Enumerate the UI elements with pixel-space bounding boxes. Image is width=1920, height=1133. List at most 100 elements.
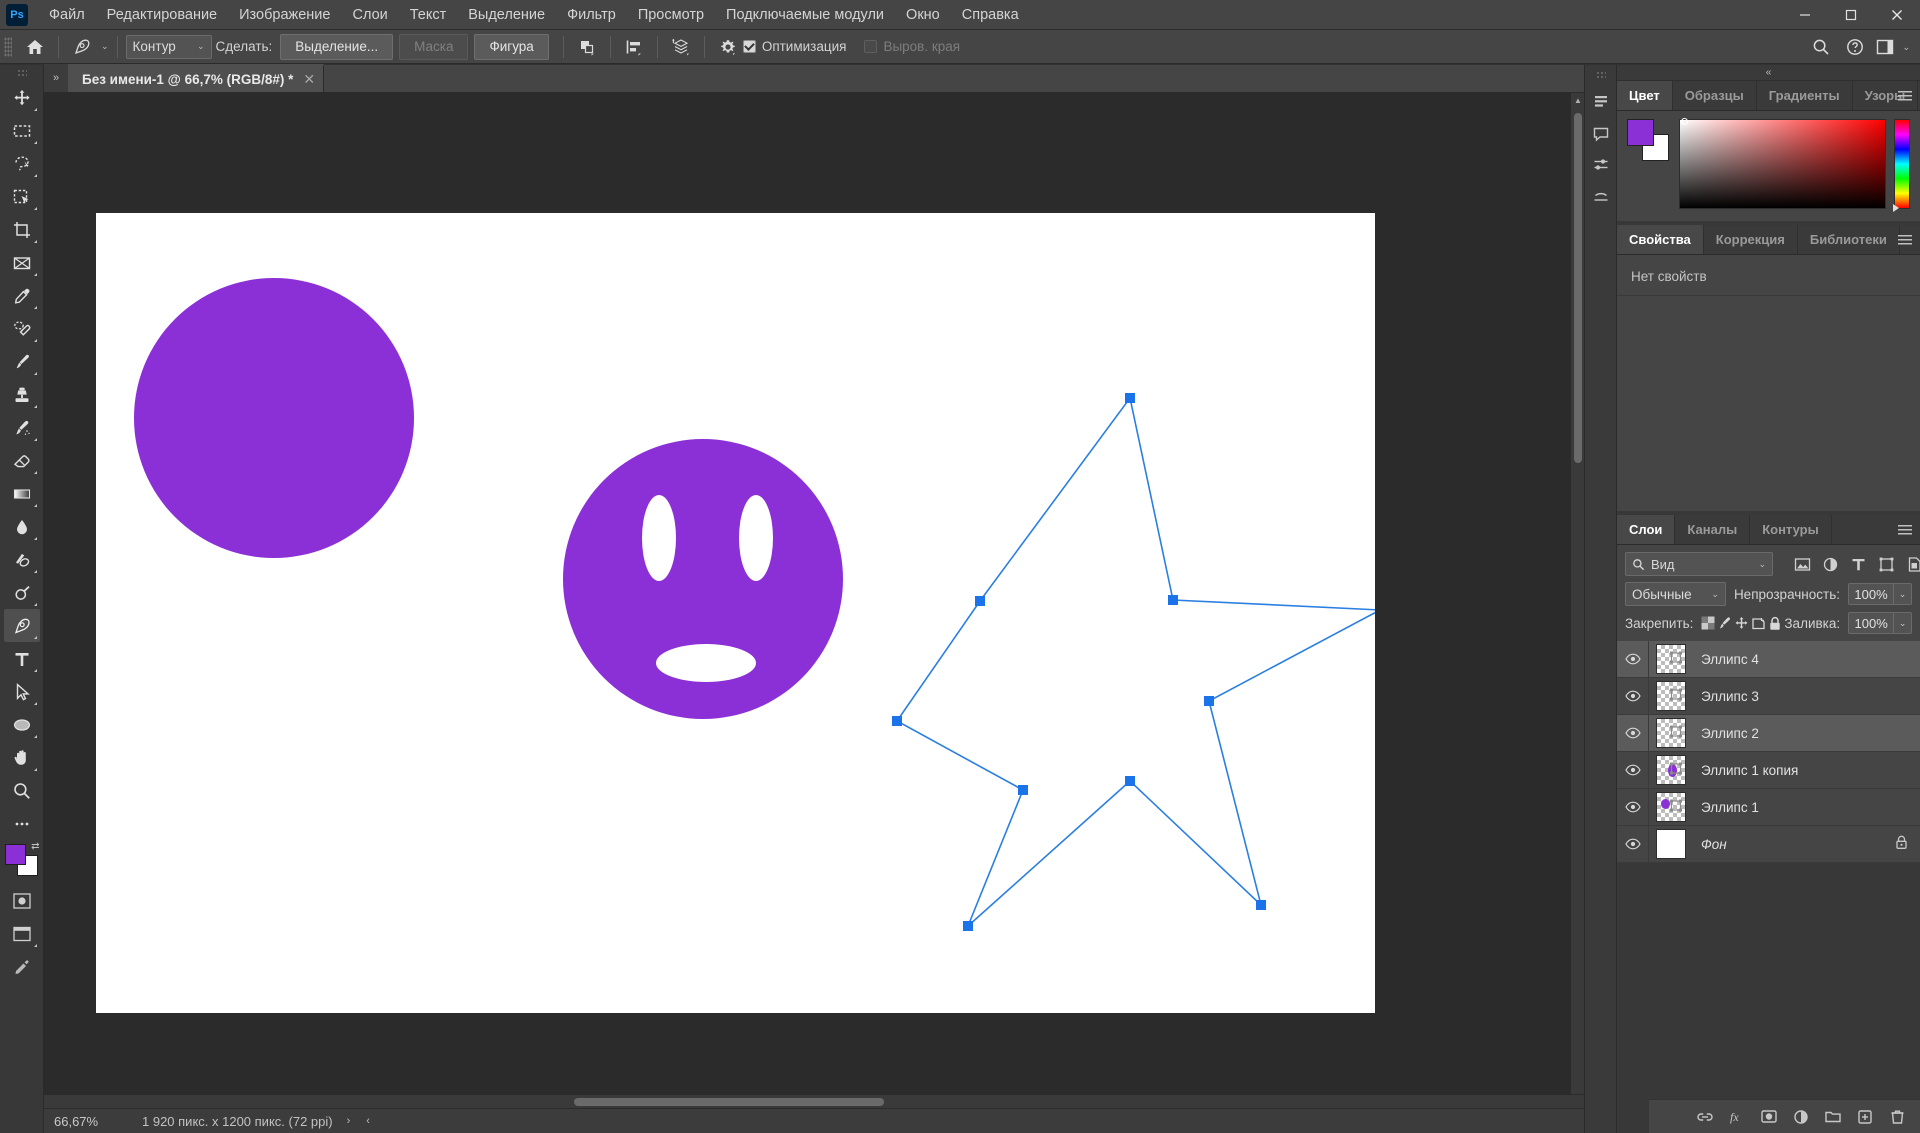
home-icon[interactable] bbox=[20, 34, 50, 60]
link-layers-icon[interactable] bbox=[1692, 1104, 1718, 1130]
layer-thumbnail-cell[interactable] bbox=[1649, 755, 1693, 785]
tabstrip-collapse-icon[interactable]: » bbox=[44, 64, 68, 92]
workspace-chevron-down-icon[interactable]: ⌄ bbox=[1902, 42, 1910, 53]
tab-layers[interactable]: Слои bbox=[1617, 515, 1676, 544]
minimize-button[interactable] bbox=[1782, 0, 1828, 30]
align-edges-checkbox[interactable] bbox=[864, 40, 878, 53]
layer-style-icon[interactable]: fx bbox=[1724, 1104, 1750, 1130]
fill-control[interactable]: 100% ⌄ bbox=[1848, 612, 1913, 634]
scroll-up-arrow-icon[interactable]: ▲ bbox=[1571, 93, 1585, 107]
hue-slider-handle[interactable] bbox=[1893, 204, 1899, 212]
layer-filter-select[interactable]: Вид ⌄ bbox=[1625, 552, 1773, 576]
eyedropper-tool[interactable] bbox=[4, 279, 40, 312]
delete-layer-icon[interactable] bbox=[1884, 1104, 1910, 1130]
healing-brush-tool[interactable] bbox=[4, 312, 40, 345]
make-shape-button[interactable]: Фигура bbox=[474, 33, 549, 60]
history-panel-icon[interactable] bbox=[1586, 86, 1616, 118]
dodge-tool[interactable] bbox=[4, 543, 40, 576]
blur-tool[interactable] bbox=[4, 510, 40, 543]
color-panel-menu-icon[interactable] bbox=[1898, 81, 1912, 111]
lock-transparent-pixels-icon[interactable] bbox=[1701, 612, 1715, 634]
layer-visibility-toggle[interactable] bbox=[1617, 714, 1649, 752]
canvas-area[interactable] bbox=[44, 93, 1584, 1108]
crop-tool[interactable] bbox=[4, 213, 40, 246]
layer-visibility-toggle[interactable] bbox=[1617, 825, 1649, 863]
opacity-value[interactable]: 100% bbox=[1848, 583, 1894, 605]
opacity-control[interactable]: 100% ⌄ bbox=[1848, 583, 1912, 605]
blend-mode-select[interactable]: Обычные ⌄ bbox=[1625, 582, 1726, 606]
new-group-icon[interactable] bbox=[1820, 1104, 1846, 1130]
zoom-level[interactable]: 66,67% bbox=[54, 1114, 124, 1129]
hand-tool[interactable] bbox=[4, 741, 40, 774]
adjustment-filter-icon[interactable] bbox=[1817, 552, 1843, 576]
layer-visibility-toggle[interactable] bbox=[1617, 751, 1649, 789]
lock-all-icon[interactable] bbox=[1768, 612, 1782, 634]
layer-thumbnail-cell[interactable] bbox=[1649, 792, 1693, 822]
new-layer-icon[interactable] bbox=[1852, 1104, 1878, 1130]
pixel-filter-icon[interactable] bbox=[1789, 552, 1815, 576]
table-row[interactable]: Эллипс 2 bbox=[1617, 714, 1920, 752]
close-button[interactable] bbox=[1874, 0, 1920, 30]
close-icon[interactable]: ✕ bbox=[303, 71, 315, 88]
path-arrangement-icon[interactable] bbox=[666, 34, 696, 60]
options-bar-grip[interactable] bbox=[4, 36, 12, 57]
tab-gradients[interactable]: Градиенты bbox=[1756, 81, 1853, 110]
foreground-background-color[interactable]: ⇄ bbox=[4, 841, 40, 876]
tab-paths[interactable]: Контуры bbox=[1750, 515, 1832, 544]
color-panel-foreground-swatch[interactable] bbox=[1627, 119, 1654, 146]
layer-mask-icon[interactable] bbox=[1756, 1104, 1782, 1130]
lasso-tool[interactable] bbox=[4, 147, 40, 180]
screen-mode-icon[interactable] bbox=[4, 917, 40, 950]
swap-colors-icon[interactable]: ⇄ bbox=[31, 841, 39, 852]
more-tools[interactable] bbox=[4, 807, 40, 840]
color-field-marker[interactable] bbox=[1681, 118, 1688, 125]
tab-color[interactable]: Цвет bbox=[1617, 81, 1673, 110]
layer-visibility-toggle[interactable] bbox=[1617, 677, 1649, 715]
layer-thumbnail-cell[interactable] bbox=[1649, 644, 1693, 674]
table-row[interactable]: Эллипс 3 bbox=[1617, 677, 1920, 715]
rectangular-marquee-tool[interactable] bbox=[4, 114, 40, 147]
styles-panel-icon[interactable] bbox=[1586, 182, 1616, 214]
quick-mask-icon[interactable] bbox=[4, 884, 40, 917]
color-field[interactable] bbox=[1679, 118, 1886, 209]
vertical-scroll-thumb[interactable] bbox=[1574, 113, 1582, 463]
menu-layers[interactable]: Слои bbox=[341, 0, 398, 30]
history-brush-tool[interactable] bbox=[4, 411, 40, 444]
menu-plugins[interactable]: Подключаемые модули bbox=[715, 0, 895, 30]
tool-preset-chevron-down-icon[interactable]: ⌄ bbox=[101, 41, 109, 52]
shape-filter-icon[interactable] bbox=[1873, 552, 1899, 576]
menu-select[interactable]: Выделение bbox=[457, 0, 556, 30]
menu-help[interactable]: Справка bbox=[951, 0, 1030, 30]
active-tool-preset[interactable]: ⌄ bbox=[67, 34, 109, 60]
adjustment-layer-icon[interactable] bbox=[1788, 1104, 1814, 1130]
make-mask-button[interactable]: Маска bbox=[399, 33, 469, 60]
pen-tool[interactable] bbox=[3, 609, 40, 642]
layer-thumbnail-cell[interactable] bbox=[1649, 829, 1693, 859]
path-selection-tool[interactable] bbox=[4, 675, 40, 708]
table-row[interactable]: Фон bbox=[1617, 825, 1920, 863]
document-tab[interactable]: Без имени-1 @ 66,7% (RGB/8#) * ✕ bbox=[68, 64, 325, 92]
type-filter-icon[interactable] bbox=[1845, 552, 1871, 576]
brush-tool[interactable] bbox=[4, 345, 40, 378]
color-panel-swatches[interactable] bbox=[1627, 119, 1669, 161]
layers-panel-menu-icon[interactable] bbox=[1898, 515, 1912, 545]
lock-artboard-icon[interactable] bbox=[1751, 612, 1766, 634]
lock-position-icon[interactable] bbox=[1734, 612, 1749, 634]
tab-libraries[interactable]: Библиотеки bbox=[1797, 225, 1900, 254]
tab-channels[interactable]: Каналы bbox=[1675, 515, 1751, 544]
burn-tool[interactable] bbox=[4, 576, 40, 609]
table-row[interactable]: Эллипс 1 bbox=[1617, 788, 1920, 826]
zoom-tool[interactable] bbox=[4, 774, 40, 807]
workspace-icon[interactable] bbox=[1872, 34, 1898, 60]
toolbar-grip[interactable] bbox=[16, 69, 27, 77]
artboard[interactable] bbox=[96, 213, 1375, 1013]
gear-icon[interactable] bbox=[713, 34, 743, 60]
layer-visibility-toggle[interactable] bbox=[1617, 788, 1649, 826]
status-expand-icon[interactable]: › bbox=[347, 1115, 351, 1127]
menu-view[interactable]: Просмотр bbox=[627, 0, 715, 30]
object-selection-tool[interactable] bbox=[4, 180, 40, 213]
maximize-button[interactable] bbox=[1828, 0, 1874, 30]
table-row[interactable]: Эллипс 1 копия bbox=[1617, 751, 1920, 789]
optimize-checkbox[interactable] bbox=[742, 40, 756, 53]
menu-image[interactable]: Изображение bbox=[228, 0, 341, 30]
